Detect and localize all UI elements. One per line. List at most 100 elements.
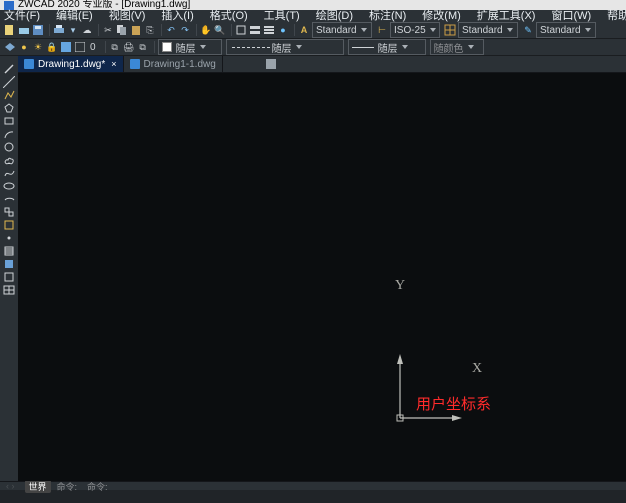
close-icon[interactable]: ×	[111, 59, 116, 69]
menu-express[interactable]: 扩展工具(X)	[477, 10, 536, 22]
menu-file[interactable]: 文件(F)	[4, 10, 40, 22]
menu-view[interactable]: 视图(V)	[109, 10, 146, 22]
rectangle-icon[interactable]	[2, 114, 16, 127]
paste-icon[interactable]	[130, 24, 142, 36]
arc-icon[interactable]	[2, 127, 16, 140]
layer-zero: 0	[90, 42, 96, 53]
toolbar-standard: ▾ ☁ ✂ ⎘ ↶ ↷ ✋ 🔍 ● A Standard ⊢ ISO-25 St…	[0, 22, 626, 39]
mleaderstyle-combo[interactable]: Standard	[536, 22, 596, 38]
spline-icon[interactable]	[2, 166, 16, 179]
xline-icon[interactable]	[2, 75, 16, 88]
plotstyle-combo[interactable]: 随颜色	[430, 39, 484, 55]
menu-modify[interactable]: 修改(M)	[422, 10, 461, 22]
menu-tools[interactable]: 工具(T)	[264, 10, 300, 22]
tab-label-0: Drawing1.dwg*	[38, 59, 105, 70]
status-cmd1: 命令:	[57, 480, 78, 493]
layerplot-icon[interactable]	[74, 41, 86, 53]
layer-combo[interactable]: 随层	[158, 39, 222, 55]
menu-draw[interactable]: 绘图(D)	[316, 10, 353, 22]
lineweight-icon	[352, 47, 374, 48]
tablestyle-value: Standard	[462, 25, 503, 36]
copy-icon[interactable]	[116, 24, 128, 36]
hatch-icon[interactable]	[2, 244, 16, 257]
status-bar: ‹ › 世界 命令: 命令:	[0, 481, 626, 490]
zoom-icon[interactable]: 🔍	[214, 24, 226, 36]
bulb-on-icon[interactable]: ●	[18, 41, 30, 53]
menu-dim[interactable]: 标注(N)	[369, 10, 406, 22]
redo-icon[interactable]: ↷	[179, 24, 191, 36]
cut-icon[interactable]: ✂	[102, 24, 114, 36]
matchprop-icon[interactable]: ⎘	[144, 24, 156, 36]
tab-drawing1[interactable]: Drawing1.dwg* ×	[18, 56, 124, 72]
undo-icon[interactable]: ↶	[165, 24, 177, 36]
layeriso-icon[interactable]	[235, 24, 247, 36]
circle-icon[interactable]	[2, 140, 16, 153]
insert-icon[interactable]	[2, 205, 16, 218]
point-icon[interactable]	[2, 231, 16, 244]
drawing-canvas[interactable]: Y X 用户坐标系	[18, 73, 626, 481]
ellipsearc-icon[interactable]	[2, 192, 16, 205]
layerprint-icon[interactable]: 🖨	[123, 41, 135, 53]
polyline-icon[interactable]	[2, 88, 16, 101]
mleaderstyle-icon[interactable]: ✎	[522, 24, 534, 36]
layermore-icon[interactable]: ●	[277, 24, 289, 36]
layermore2-icon[interactable]: ⧉	[137, 41, 149, 53]
polygon-icon[interactable]	[2, 101, 16, 114]
lineweight-combo[interactable]: 随层	[348, 39, 426, 55]
textstyle-icon[interactable]: A	[298, 24, 310, 36]
lock-icon[interactable]: 🔒	[46, 41, 58, 53]
layerprops-icon[interactable]	[249, 24, 261, 36]
layercolor-icon[interactable]	[60, 41, 72, 53]
draw-toolbar	[0, 56, 18, 481]
layer-value: 随层	[176, 40, 196, 55]
dimstyle-icon[interactable]: ⊢	[376, 24, 388, 36]
save-icon[interactable]	[32, 24, 44, 36]
canvas-wrap: Drawing1.dwg* × Drawing1-1.dwg Y X	[18, 56, 626, 481]
workspace: Drawing1.dwg* × Drawing1-1.dwg Y X	[0, 56, 626, 481]
ellipse-icon[interactable]	[2, 179, 16, 192]
line-icon[interactable]	[2, 62, 16, 75]
status-cmd2: 命令:	[87, 480, 108, 493]
layerprev-icon[interactable]: ⧉	[109, 41, 121, 53]
table-icon[interactable]	[2, 283, 16, 296]
menu-window[interactable]: 窗口(W)	[551, 10, 591, 22]
app-title: ZWCAD 2020 专业版 - [Drawing1.dwg]	[18, 0, 190, 10]
textstyle-combo[interactable]: Standard	[312, 22, 372, 38]
layermgr-icon[interactable]	[4, 41, 16, 53]
tab-label-1: Drawing1-1.dwg	[144, 59, 216, 70]
block-icon[interactable]	[2, 218, 16, 231]
plus-icon	[266, 59, 276, 69]
ucs-y-label: Y	[395, 278, 405, 294]
dimstyle-combo[interactable]: ISO-25	[390, 22, 440, 38]
tablestyle-icon[interactable]	[444, 24, 456, 36]
tab-drawing1-1[interactable]: Drawing1-1.dwg	[124, 56, 223, 72]
menu-insert[interactable]: 插入(I)	[161, 10, 193, 22]
plot-icon[interactable]	[53, 24, 65, 36]
tablestyle-combo[interactable]: Standard	[458, 22, 518, 38]
status-world[interactable]: 世界	[25, 480, 51, 493]
new-tab-button[interactable]	[263, 56, 279, 72]
sun-icon[interactable]: ☀	[32, 41, 44, 53]
region-icon[interactable]	[2, 270, 16, 283]
gradient-icon[interactable]	[2, 257, 16, 270]
pan-icon[interactable]: ✋	[200, 24, 212, 36]
plotpreview-icon[interactable]: ▾	[67, 24, 79, 36]
textstyle-value: Standard	[316, 25, 357, 36]
toolbar-layer: ● ☀ 🔒 0 ⧉ 🖨 ⧉ 随层 随层 随层 随颜色	[0, 39, 626, 56]
new-icon[interactable]	[4, 24, 16, 36]
revcloud-icon[interactable]	[2, 153, 16, 166]
cloud-icon[interactable]: ☁	[81, 24, 93, 36]
menu-format[interactable]: 格式(O)	[210, 10, 248, 22]
title-bar: ZWCAD 2020 专业版 - [Drawing1.dwg]	[0, 0, 626, 10]
menu-help[interactable]: 帮助(H)	[607, 10, 626, 22]
menu-edit[interactable]: 编辑(E)	[56, 10, 93, 22]
lineweight-value: 随层	[378, 40, 398, 55]
linetype-dash-icon	[232, 47, 270, 48]
doc-icon	[130, 59, 140, 69]
linetype-value: 随层	[272, 40, 292, 55]
open-icon[interactable]	[18, 24, 30, 36]
layerlist-icon[interactable]	[263, 24, 275, 36]
menu-bar: 文件(F) 编辑(E) 视图(V) 插入(I) 格式(O) 工具(T) 绘图(D…	[0, 10, 626, 22]
layer-color-chip	[162, 42, 172, 52]
linetype-combo[interactable]: 随层	[226, 39, 344, 55]
